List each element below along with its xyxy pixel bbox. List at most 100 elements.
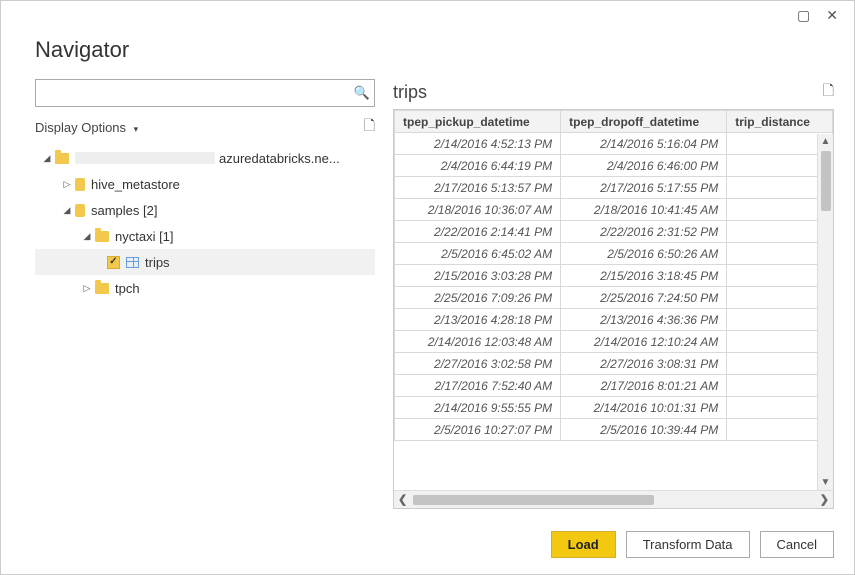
server-name-redacted (75, 152, 215, 164)
transform-data-button[interactable]: Transform Data (626, 531, 750, 558)
preview-pane: trips 🗋 tpep_pickup_datetime tpep_dropof… (393, 79, 834, 509)
table-cell: 2/13/2016 4:36:36 PM (561, 309, 727, 331)
collapse-icon[interactable]: ◢ (61, 205, 73, 216)
table-icon (126, 257, 139, 268)
scroll-down-icon[interactable]: ▼ (821, 475, 831, 490)
table-cell: 2/17/2016 8:01:21 AM (561, 375, 727, 397)
cancel-button[interactable]: Cancel (760, 531, 834, 558)
table-cell: 2/22/2016 2:14:41 PM (395, 221, 561, 243)
expand-icon[interactable]: ▷ (61, 179, 73, 190)
table-row[interactable]: 2/5/2016 6:45:02 AM2/5/2016 6:50:26 AM (395, 243, 833, 265)
tree-node-nyctaxi[interactable]: ◢ nyctaxi [1] (35, 223, 375, 249)
table-header-row: tpep_pickup_datetime tpep_dropoff_dateti… (395, 111, 833, 133)
folder-icon (95, 231, 109, 242)
table-row[interactable]: 2/17/2016 5:13:57 PM2/17/2016 5:17:55 PM (395, 177, 833, 199)
navigation-tree: ◢ azuredatabricks.ne... ▷ hive_metastore… (35, 145, 375, 301)
tree-root-server[interactable]: ◢ azuredatabricks.ne... (35, 145, 375, 171)
table-row[interactable]: 2/25/2016 7:09:26 PM2/25/2016 7:24:50 PM (395, 287, 833, 309)
table-cell: 2/5/2016 10:39:44 PM (561, 419, 727, 441)
scroll-thumb-h[interactable] (413, 495, 653, 505)
tree-label: nyctaxi [1] (115, 229, 174, 244)
vertical-scrollbar[interactable]: ▲ ▼ (817, 134, 833, 490)
folder-icon (55, 153, 69, 164)
search-icon[interactable]: 🔍 (350, 85, 374, 101)
table-cell: 2/27/2016 3:02:58 PM (395, 353, 561, 375)
table-cell: 2/17/2016 5:13:57 PM (395, 177, 561, 199)
table-cell: 2/14/2016 4:52:13 PM (395, 133, 561, 155)
dialog-footer: Load Transform Data Cancel (1, 519, 854, 574)
refresh-tree-icon[interactable]: 🗋 (364, 115, 375, 139)
table-cell: 2/22/2016 2:31:52 PM (561, 221, 727, 243)
collapse-icon[interactable]: ◢ (81, 231, 93, 242)
table-cell: 2/15/2016 3:18:45 PM (561, 265, 727, 287)
table-cell: 2/25/2016 7:09:26 PM (395, 287, 561, 309)
tree-node-trips[interactable]: trips (35, 249, 375, 275)
horizontal-scrollbar[interactable]: ❮ ❯ (394, 490, 833, 508)
close-icon[interactable]: ✕ (826, 7, 838, 24)
tree-label: samples [2] (91, 203, 157, 218)
tree-root-label: azuredatabricks.ne... (219, 151, 340, 166)
search-field[interactable]: 🔍 (35, 79, 375, 107)
table-cell: 2/14/2016 9:55:55 PM (395, 397, 561, 419)
scroll-thumb[interactable] (821, 151, 831, 211)
navigator-dialog: ▢ ✕ Navigator 🔍 Display Options ▾ 🗋 ◢ (0, 0, 855, 575)
table-row[interactable]: 2/15/2016 3:03:28 PM2/15/2016 3:18:45 PM (395, 265, 833, 287)
table-row[interactable]: 2/5/2016 10:27:07 PM2/5/2016 10:39:44 PM (395, 419, 833, 441)
table-cell: 2/17/2016 5:17:55 PM (561, 177, 727, 199)
table-cell: 2/18/2016 10:41:45 AM (561, 199, 727, 221)
checkbox-trips[interactable] (107, 256, 120, 269)
table-row[interactable]: 2/14/2016 4:52:13 PM2/14/2016 5:16:04 PM (395, 133, 833, 155)
scroll-up-icon[interactable]: ▲ (821, 134, 831, 149)
tree-node-tpch[interactable]: ▷ tpch (35, 275, 375, 301)
table-cell: 2/17/2016 7:52:40 AM (395, 375, 561, 397)
database-icon (75, 178, 85, 191)
column-header[interactable]: tpep_pickup_datetime (395, 111, 561, 133)
preview-title: trips (393, 82, 427, 103)
maximize-icon[interactable]: ▢ (797, 7, 810, 24)
display-options-dropdown[interactable]: Display Options ▾ (35, 120, 138, 135)
search-input[interactable] (36, 80, 350, 106)
tree-node-samples[interactable]: ◢ samples [2] (35, 197, 375, 223)
table-row[interactable]: 2/22/2016 2:14:41 PM2/22/2016 2:31:52 PM (395, 221, 833, 243)
tree-label: hive_metastore (91, 177, 180, 192)
database-icon (75, 204, 85, 217)
scroll-right-icon[interactable]: ❯ (820, 493, 829, 506)
table-row[interactable]: 2/27/2016 3:02:58 PM2/27/2016 3:08:31 PM (395, 353, 833, 375)
table-row[interactable]: 2/4/2016 6:44:19 PM2/4/2016 6:46:00 PM (395, 155, 833, 177)
table-cell: 2/18/2016 10:36:07 AM (395, 199, 561, 221)
table-cell: 2/13/2016 4:28:18 PM (395, 309, 561, 331)
dialog-title: Navigator (1, 31, 854, 79)
column-header[interactable]: trip_distance (727, 111, 833, 133)
table-cell: 2/14/2016 10:01:31 PM (561, 397, 727, 419)
chevron-down-icon: ▾ (134, 124, 139, 134)
load-button[interactable]: Load (551, 531, 616, 558)
table-row[interactable]: 2/18/2016 10:36:07 AM2/18/2016 10:41:45 … (395, 199, 833, 221)
collapse-icon[interactable]: ◢ (41, 153, 53, 164)
table-cell: 2/4/2016 6:44:19 PM (395, 155, 561, 177)
column-header[interactable]: tpep_dropoff_datetime (561, 111, 727, 133)
folder-icon (95, 283, 109, 294)
table-cell: 2/5/2016 6:45:02 AM (395, 243, 561, 265)
table-cell: 2/14/2016 12:03:48 AM (395, 331, 561, 353)
tree-label: tpch (115, 281, 140, 296)
table-row[interactable]: 2/14/2016 12:03:48 AM2/14/2016 12:10:24 … (395, 331, 833, 353)
table-row[interactable]: 2/14/2016 9:55:55 PM2/14/2016 10:01:31 P… (395, 397, 833, 419)
table-cell: 2/25/2016 7:24:50 PM (561, 287, 727, 309)
table-row[interactable]: 2/13/2016 4:28:18 PM2/13/2016 4:36:36 PM (395, 309, 833, 331)
refresh-preview-icon[interactable]: 🗋 (823, 80, 834, 104)
tree-node-hive-metastore[interactable]: ▷ hive_metastore (35, 171, 375, 197)
table-cell: 2/15/2016 3:03:28 PM (395, 265, 561, 287)
expand-icon[interactable]: ▷ (81, 283, 93, 294)
tree-label: trips (145, 255, 170, 270)
display-options-label: Display Options (35, 120, 126, 135)
table-row[interactable]: 2/17/2016 7:52:40 AM2/17/2016 8:01:21 AM (395, 375, 833, 397)
left-pane: 🔍 Display Options ▾ 🗋 ◢ azuredatabricks.… (35, 79, 375, 509)
table-cell: 2/5/2016 10:27:07 PM (395, 419, 561, 441)
table-cell: 2/14/2016 5:16:04 PM (561, 133, 727, 155)
preview-table: tpep_pickup_datetime tpep_dropoff_dateti… (394, 110, 833, 441)
scroll-left-icon[interactable]: ❮ (398, 493, 407, 506)
table-cell: 2/4/2016 6:46:00 PM (561, 155, 727, 177)
titlebar: ▢ ✕ (1, 1, 854, 31)
table-cell: 2/27/2016 3:08:31 PM (561, 353, 727, 375)
table-cell: 2/14/2016 12:10:24 AM (561, 331, 727, 353)
